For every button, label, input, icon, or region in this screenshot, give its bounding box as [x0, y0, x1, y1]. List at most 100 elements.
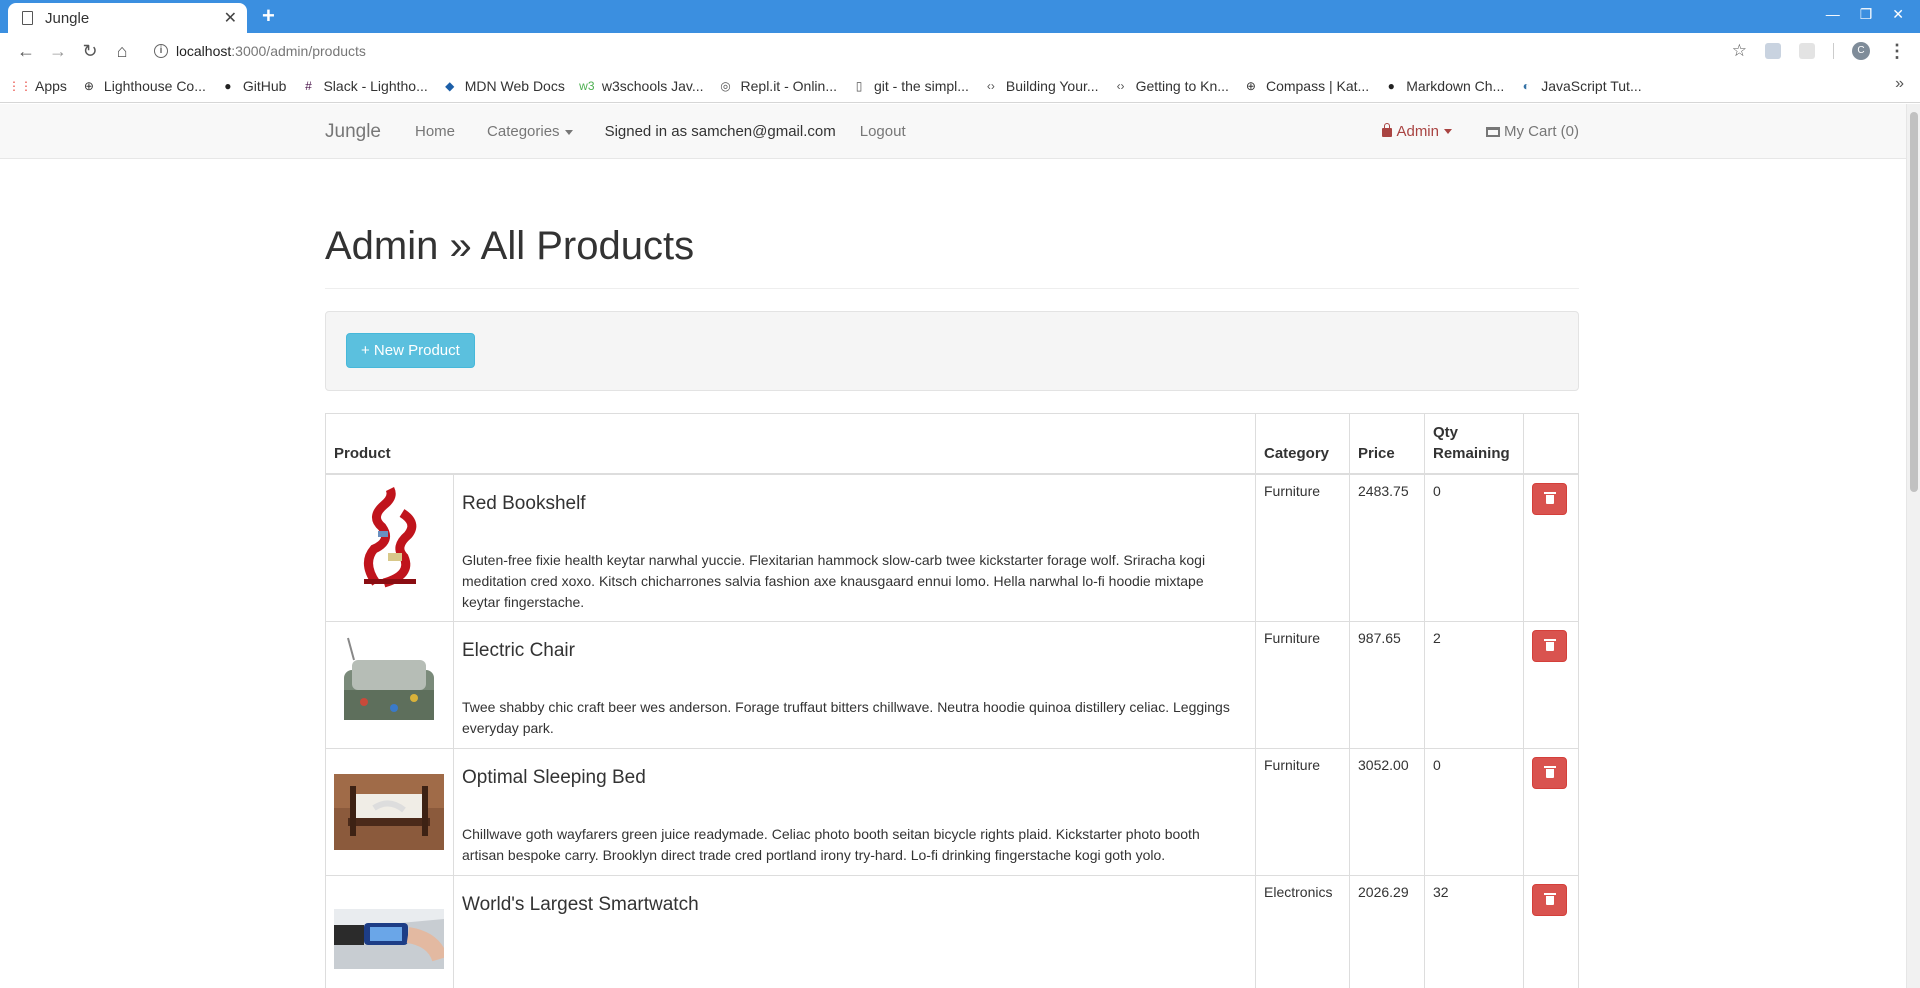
nav-home-link[interactable]: Home	[415, 123, 455, 140]
menu-kebab-icon[interactable]: ⋮	[1888, 41, 1906, 62]
bookmark-label: GitHub	[242, 77, 287, 94]
bookmark-label: Slack - Lightho...	[323, 77, 428, 94]
scrollbar-thumb[interactable]	[1910, 112, 1918, 492]
sleeping-bed-image	[334, 757, 445, 867]
header-category: Category	[1255, 413, 1350, 475]
restore-icon[interactable]: ❐	[1860, 6, 1873, 23]
table-row: World's Largest Smartwatch Electronics 202…	[325, 875, 1579, 988]
page-scrollbar[interactable]	[1906, 104, 1920, 988]
product-info-cell: Optimal Sleeping Bed Chillwave goth wayfa…	[453, 748, 1256, 876]
product-price: 987.65	[1349, 621, 1425, 749]
product-actions-cell	[1523, 473, 1579, 622]
bookmark-item[interactable]: ▯ git - the simpl...	[851, 78, 969, 94]
product-actions-cell	[1523, 875, 1579, 988]
minimize-icon[interactable]: —	[1826, 6, 1840, 23]
home-icon[interactable]: ⌂	[106, 41, 138, 62]
smartwatch-image	[334, 884, 445, 988]
site-navbar: Jungle Home Categories Signed in as samc…	[0, 104, 1906, 159]
product-thumbnail-cell	[325, 748, 454, 876]
nav-categories-dropdown[interactable]: Categories	[487, 123, 573, 140]
close-tab-icon[interactable]: ✕	[224, 8, 237, 28]
browser-tab[interactable]: Jungle ✕	[8, 3, 247, 33]
product-description: Chillwave goth wayfarers green juice rea…	[462, 826, 1200, 863]
bookmarks-overflow-icon[interactable]: »	[1895, 75, 1904, 93]
trash-icon	[1544, 766, 1556, 778]
product-info-cell: Red Bookshelf Gluten-free fixie health ke…	[453, 473, 1256, 622]
delete-product-button[interactable]	[1532, 483, 1567, 515]
bookmark-item[interactable]: ‹› Getting to Kn...	[1113, 78, 1229, 94]
electric-chair-image	[334, 630, 445, 740]
bookmark-label: MDN Web Docs	[464, 77, 565, 94]
bookmark-item[interactable]: ◎ Repl.it - Onlin...	[718, 78, 837, 94]
bookmark-item[interactable]: ⋮⋮ Apps	[8, 78, 67, 94]
cart-link[interactable]: My Cart (0)	[1486, 123, 1579, 140]
profile-avatar[interactable]: C	[1852, 42, 1870, 60]
code-icon: ‹›	[1116, 78, 1125, 93]
product-name: Red Bookshelf	[462, 493, 586, 514]
brand-link[interactable]: Jungle	[325, 121, 381, 143]
browser-tab-bar: Jungle ✕ + — ❐ ✕	[0, 0, 1920, 33]
table-row: Electric Chair Twee shabby chic craft bee…	[325, 621, 1579, 749]
close-window-icon[interactable]: ✕	[1892, 6, 1904, 23]
logout-link[interactable]: Logout	[860, 123, 906, 140]
bookmark-item[interactable]: # Slack - Lightho...	[300, 77, 428, 94]
product-thumbnail-cell	[325, 621, 454, 749]
product-category: Electronics	[1255, 875, 1350, 988]
product-actions-cell	[1523, 748, 1579, 876]
table-row: Optimal Sleeping Bed Chillwave goth wayfa…	[325, 748, 1579, 876]
product-price: 3052.00	[1349, 748, 1425, 876]
web-page: Jungle Home Categories Signed in as samc…	[0, 104, 1906, 988]
actions-well: + New Product	[325, 311, 1579, 391]
bookmark-star-icon[interactable]: ☆	[1732, 41, 1747, 61]
bookmark-label: Repl.it - Onlin...	[740, 77, 837, 94]
trash-icon	[1544, 639, 1556, 651]
bookmark-item[interactable]: ◆ MDN Web Docs	[442, 78, 565, 94]
address-bar[interactable]: i localhost :3000/admin/products ☆ C ⋮	[148, 36, 1910, 66]
extension-icon[interactable]	[1765, 43, 1781, 59]
github-icon: ●	[1387, 78, 1395, 93]
bookmark-item[interactable]: w3 w3schools Jav...	[579, 77, 704, 94]
product-qty: 0	[1424, 473, 1524, 622]
new-tab-button[interactable]: +	[262, 4, 275, 28]
product-description: Gluten-free fixie health keytar narwhal …	[462, 552, 1206, 610]
document-icon: ▯	[855, 78, 863, 93]
bookmark-label: git - the simpl...	[874, 77, 969, 94]
bookmark-item[interactable]: ⊕ Compass | Kat...	[1243, 78, 1369, 94]
delete-product-button[interactable]	[1532, 884, 1567, 916]
bookmark-label: Lighthouse Co...	[103, 77, 206, 94]
new-product-button[interactable]: + New Product	[346, 333, 475, 368]
extension-icon[interactable]	[1799, 43, 1815, 59]
delete-product-button[interactable]	[1532, 630, 1567, 662]
header-actions	[1523, 413, 1579, 475]
info-icon[interactable]: i	[154, 44, 168, 58]
github-icon: ●	[224, 78, 232, 93]
bookmark-label: Getting to Kn...	[1135, 77, 1229, 94]
product-name: Electric Chair	[462, 640, 575, 661]
code-icon: ‹›	[986, 78, 995, 93]
bookmark-item[interactable]: ● Markdown Ch...	[1383, 78, 1505, 94]
product-qty: 0	[1424, 748, 1524, 876]
bookmark-item[interactable]: ‹› Building Your...	[983, 78, 1099, 94]
reload-icon[interactable]: ↻	[74, 41, 106, 62]
slack-icon: #	[305, 78, 312, 93]
python-icon: ◐	[1522, 78, 1530, 93]
table-row: Red Bookshelf Gluten-free fixie health ke…	[325, 473, 1579, 622]
signed-in-text: Signed in as samchen@gmail.com	[604, 123, 836, 140]
admin-dropdown[interactable]: Admin	[1382, 123, 1452, 140]
tab-title: Jungle	[45, 9, 90, 27]
bookmark-item[interactable]: ⊕ Lighthouse Co...	[81, 78, 206, 94]
product-info-cell: World's Largest Smartwatch	[453, 875, 1256, 988]
back-icon[interactable]: ←	[10, 41, 42, 62]
bookmark-item[interactable]: ◐ JavaScript Tut...	[1518, 78, 1642, 94]
product-name: Optimal Sleeping Bed	[462, 767, 646, 788]
globe-icon: ⊕	[1245, 78, 1256, 93]
bookmark-item[interactable]: ● GitHub	[220, 77, 287, 94]
bookmark-label: w3schools Jav...	[601, 77, 704, 94]
forward-icon[interactable]: →	[42, 41, 74, 62]
header-price: Price	[1349, 413, 1425, 475]
window-controls: — ❐ ✕	[1826, 6, 1904, 23]
product-thumbnail-cell	[325, 875, 454, 988]
delete-product-button[interactable]	[1532, 757, 1567, 789]
caret-down-icon	[564, 129, 573, 135]
page-header: Admin » All Products	[325, 224, 1579, 289]
